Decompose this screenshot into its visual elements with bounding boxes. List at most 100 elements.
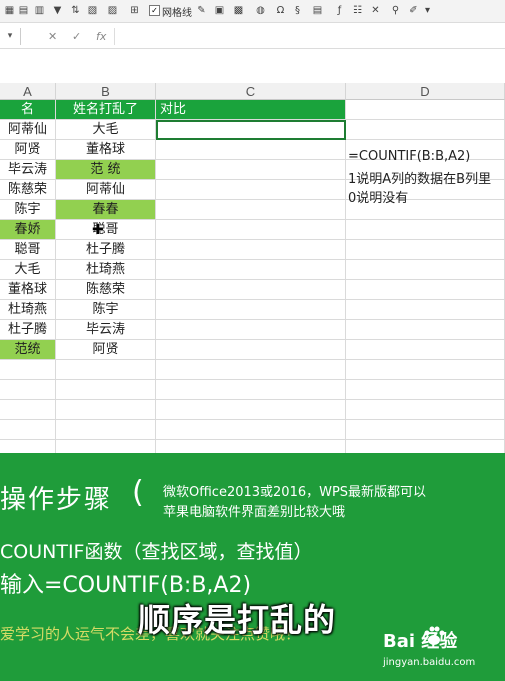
empty-cell[interactable] [156,360,346,380]
formula-input[interactable] [114,28,505,45]
cell-c[interactable] [156,180,346,200]
header-cell-d[interactable] [346,100,505,120]
cell-d[interactable] [346,280,505,300]
cell-c[interactable] [156,320,346,340]
cell-a[interactable]: 陈慈荣 [0,180,56,200]
cancel-edit-icon[interactable]: ✕ [48,28,57,45]
empty-cell[interactable] [0,440,56,453]
column-header-d[interactable]: D [346,83,505,100]
empty-cell[interactable] [346,420,505,440]
cell-b[interactable]: 聪哥 [56,220,156,240]
empty-cell[interactable] [56,420,156,440]
cell-c[interactable] [156,300,346,320]
empty-cell[interactable] [0,360,56,380]
fill-icon[interactable]: ▨ [107,5,118,16]
cell-format-icon[interactable]: ▧ [87,5,98,16]
cell-c[interactable] [156,340,346,360]
empty-cell[interactable] [56,400,156,420]
empty-cell[interactable] [346,440,505,453]
cell-a[interactable]: 杜子腾 [0,320,56,340]
format-table-icon[interactable]: ▥ [34,5,45,16]
shape-icon[interactable]: ◍ [255,5,266,16]
cell-a[interactable]: 阿贤 [0,140,56,160]
cell-d[interactable] [346,220,505,240]
cell-a[interactable]: 杜琦燕 [0,300,56,320]
selected-cell-c2[interactable] [156,120,346,140]
empty-cell[interactable] [156,420,346,440]
cell-a[interactable]: 大毛 [0,260,56,280]
empty-cell[interactable] [346,360,505,380]
cell-d[interactable] [346,340,505,360]
eraser-icon[interactable]: ✐ [408,5,419,16]
cell-d[interactable] [346,240,505,260]
empty-cell[interactable] [346,380,505,400]
cell-b[interactable]: 陈慈荣 [56,280,156,300]
table-icon[interactable]: ▤ [18,5,29,16]
empty-cell[interactable] [156,400,346,420]
empty-cell[interactable] [0,380,56,400]
header-cell-b[interactable]: 姓名打乱了 [56,100,156,120]
gridlines-checkbox[interactable]: ✓ [149,5,160,16]
cell-a[interactable]: 春娇 [0,220,56,240]
insert-function-icon[interactable]: fx [96,28,106,45]
empty-cell[interactable] [0,420,56,440]
sort-icon[interactable]: ⇅ [70,5,81,16]
cell-c[interactable] [156,220,346,240]
cell-a[interactable]: 毕云涛 [0,160,56,180]
cell-c[interactable] [156,200,346,220]
cell-c[interactable] [156,240,346,260]
cell-a[interactable]: 阿蒂仙 [0,120,56,140]
header-cell-a[interactable]: 名 [0,100,56,120]
symbol-icon[interactable]: § [292,5,303,16]
cell-a[interactable]: 范统 [0,340,56,360]
cell-a[interactable]: 董格球 [0,280,56,300]
empty-cell[interactable] [156,380,346,400]
cell-b[interactable]: 董格球 [56,140,156,160]
cell-d[interactable] [346,320,505,340]
border-icon[interactable]: ▣ [214,5,225,16]
cell-c[interactable] [156,280,346,300]
merge-icon[interactable]: ⊞ [129,5,140,16]
cell-d[interactable] [346,120,505,140]
image-icon[interactable]: ▩ [233,5,244,16]
cell-b[interactable]: 杜琦燕 [56,260,156,280]
cell-c[interactable] [156,260,346,280]
confirm-edit-icon[interactable]: ✓ [72,28,81,45]
cell-cursor-icon: ✚ [92,222,104,238]
cell-b[interactable]: 阿贤 [56,340,156,360]
cell-b[interactable]: 毕云涛 [56,320,156,340]
chart-icon[interactable]: ▤ [312,5,323,16]
cell-b[interactable]: 大毛 [56,120,156,140]
cell-b[interactable]: 阿蒂仙 [56,180,156,200]
empty-cell[interactable] [0,400,56,420]
empty-cell[interactable] [346,400,505,420]
empty-cell[interactable] [56,440,156,453]
column-header-a[interactable]: A [0,83,56,100]
freeze-panes-icon[interactable]: ▦ [4,5,15,16]
cell-b[interactable]: 范 统 [56,160,156,180]
column-header-b[interactable]: B [56,83,156,100]
cell-d[interactable] [346,260,505,280]
function-icon[interactable]: ƒ [334,5,345,16]
empty-cell[interactable] [56,380,156,400]
cell-b[interactable]: 春春 [56,200,156,220]
brush-icon[interactable]: ✎ [196,5,207,16]
text-box-icon[interactable]: ☷ [352,5,363,16]
cell-d[interactable] [346,300,505,320]
cell-b[interactable]: 杜子腾 [56,240,156,260]
cell-b[interactable]: 陈宇 [56,300,156,320]
cell-c[interactable] [156,160,346,180]
empty-cell[interactable] [56,360,156,380]
cell-a[interactable]: 聪哥 [0,240,56,260]
omega-icon[interactable]: Ω [275,5,286,16]
name-box[interactable]: ▾ [0,28,21,45]
more-dropdown-icon[interactable]: ▾ [422,5,433,16]
column-header-c[interactable]: C [156,83,346,100]
chain-icon[interactable]: ✕ [370,5,381,16]
filter-icon[interactable]: ▼ [52,5,63,16]
header-cell-c[interactable]: 对比 [156,100,346,120]
pin-icon[interactable]: ⚲ [390,5,401,16]
cell-a[interactable]: 陈宇 [0,200,56,220]
empty-cell[interactable] [156,440,346,453]
cell-c[interactable] [156,140,346,160]
